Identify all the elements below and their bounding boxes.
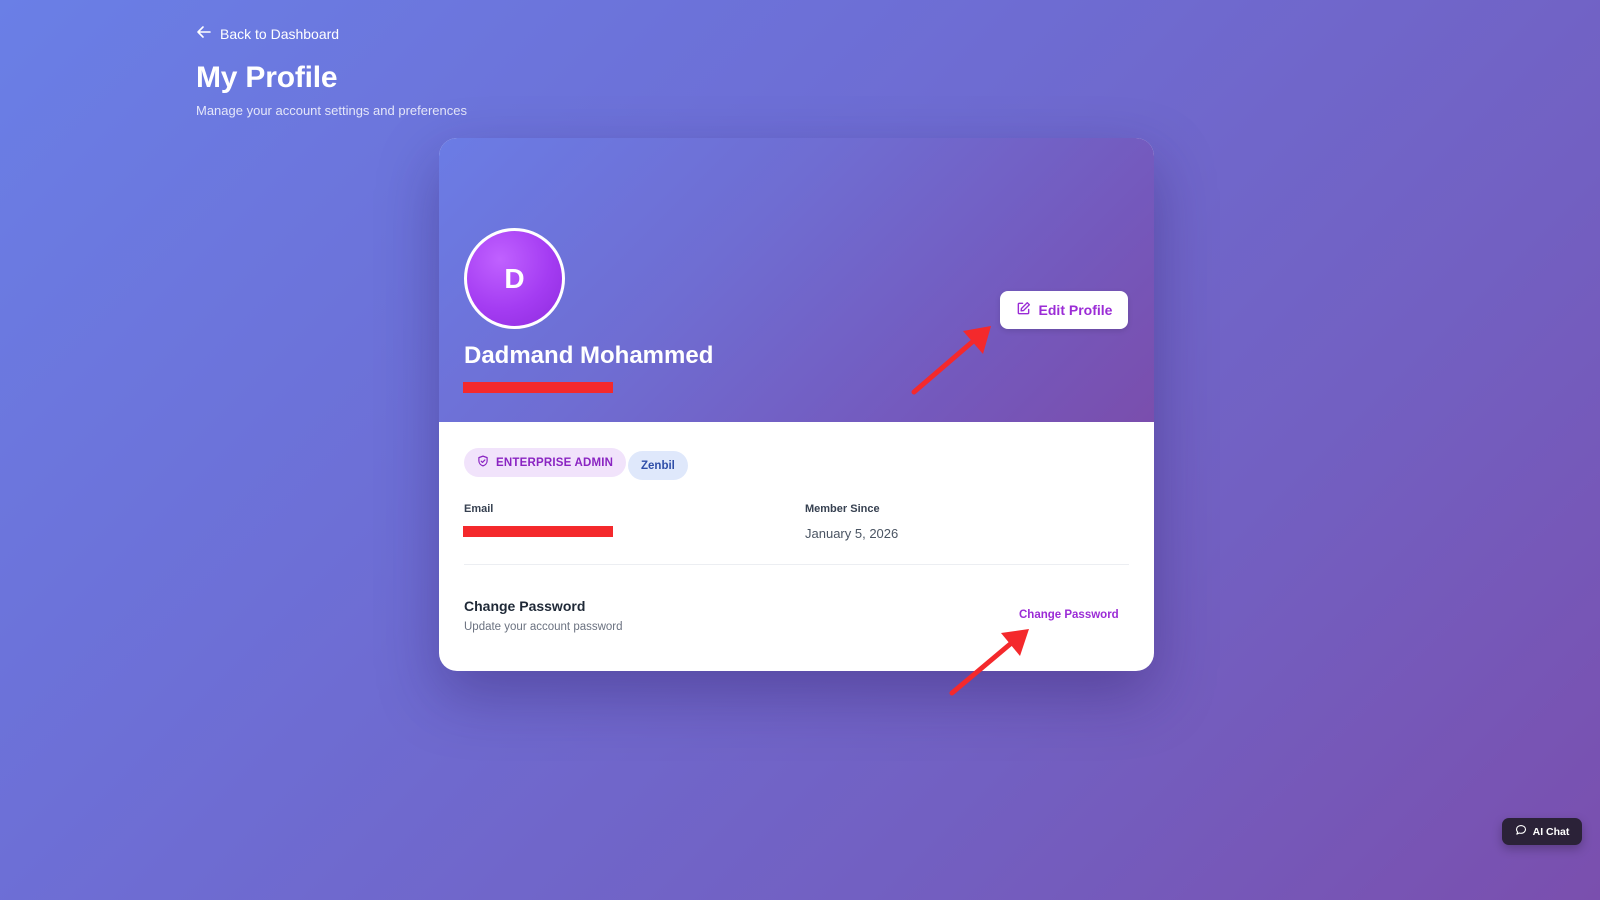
member-since-value: January 5, 2026 xyxy=(805,526,899,541)
user-name: Dadmand Mohammed xyxy=(464,342,714,369)
arrow-left-icon xyxy=(196,24,212,43)
redaction-bar xyxy=(463,526,613,537)
profile-card: D Dadmand Mohammed Edit Profile ENTERPRI… xyxy=(439,138,1154,671)
page-title: My Profile xyxy=(196,61,338,94)
shield-icon xyxy=(477,455,489,470)
redaction-bar xyxy=(463,382,613,393)
edit-profile-label: Edit Profile xyxy=(1038,302,1113,318)
edit-pencil-icon xyxy=(1016,301,1031,319)
profile-hero: D Dadmand Mohammed Edit Profile xyxy=(439,138,1154,422)
role-badge-label: ENTERPRISE ADMIN xyxy=(496,456,614,469)
role-badge: ENTERPRISE ADMIN xyxy=(464,448,627,477)
organization-badge: Zenbil xyxy=(628,451,688,480)
email-label: Email xyxy=(464,503,494,515)
avatar: D xyxy=(464,228,565,329)
profile-details: ENTERPRISE ADMIN Zenbil Email Member Sin… xyxy=(439,422,1154,671)
change-password-title: Change Password xyxy=(464,598,586,614)
section-divider xyxy=(464,564,1129,565)
organization-badge-label: Zenbil xyxy=(641,459,675,472)
page-header: Back to Dashboard My Profile Manage your… xyxy=(196,24,468,119)
member-since-label: Member Since xyxy=(805,503,880,515)
back-to-dashboard-link[interactable]: Back to Dashboard xyxy=(196,24,467,43)
ai-chat-label: AI Chat xyxy=(1532,825,1570,838)
page-subtitle: Manage your account settings and prefere… xyxy=(196,103,468,118)
back-link-label: Back to Dashboard xyxy=(220,25,340,42)
ai-chat-button[interactable]: AI Chat xyxy=(1502,818,1582,845)
edit-profile-button[interactable]: Edit Profile xyxy=(1000,291,1128,329)
change-password-subtitle: Update your account password xyxy=(464,621,623,633)
avatar-initial: D xyxy=(504,262,525,294)
chat-bubble-icon xyxy=(1515,824,1527,839)
change-password-link[interactable]: Change Password xyxy=(1019,609,1119,621)
